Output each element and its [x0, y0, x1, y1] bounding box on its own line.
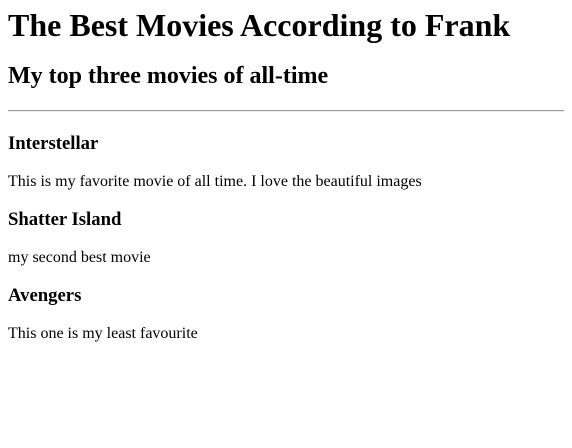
movie-description: my second best movie — [8, 249, 151, 266]
movie-item-avengers: Avengers This one is my least favourite — [8, 285, 564, 343]
movie-item-shatter-island: Shatter Island my second best movie — [8, 209, 564, 267]
page-content: The Best Movies According to Frank My to… — [0, 7, 572, 343]
movie-item-interstellar: Interstellar This is my favorite movie o… — [8, 133, 564, 191]
divider — [8, 110, 564, 112]
movie-description: This one is my least favourite — [8, 325, 198, 342]
page-title: The Best Movies According to Frank — [8, 7, 511, 43]
movie-title: Shatter Island — [8, 209, 122, 230]
movie-title: Avengers — [8, 285, 82, 306]
page-subtitle: My top three movies of all-time — [8, 63, 329, 89]
movie-title: Interstellar — [8, 133, 99, 154]
movie-list: Interstellar This is my favorite movie o… — [8, 133, 564, 343]
movie-description: This is my favorite movie of all time. I… — [8, 173, 422, 190]
